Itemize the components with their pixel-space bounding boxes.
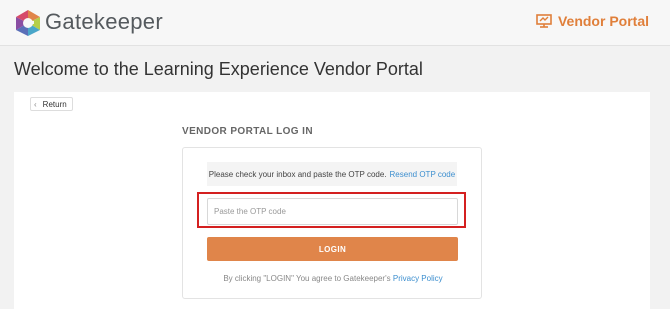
gatekeeper-logo-icon [16, 10, 40, 36]
login-button[interactable]: LOGIN [207, 237, 458, 261]
page-title: Welcome to the Learning Experience Vendo… [14, 59, 423, 79]
return-label: Return [42, 99, 67, 109]
return-button[interactable]: ‹ Return [30, 97, 73, 111]
resend-otp-link[interactable]: Resend OTP code [390, 170, 456, 179]
otp-input[interactable] [207, 198, 458, 225]
chevron-left-icon: ‹ [34, 99, 37, 109]
brand-name: Gatekeeper [45, 9, 163, 34]
otp-notice-text: Please check your inbox and paste the OT… [208, 169, 387, 179]
login-card: Please check your inbox and paste the OT… [182, 147, 482, 299]
terms-notice: By clicking "LOGIN" You agree to Gatekee… [183, 274, 483, 283]
terms-text: By clicking "LOGIN" You agree to Gatekee… [223, 274, 391, 283]
otp-notice: Please check your inbox and paste the OT… [207, 162, 457, 186]
login-heading: VENDOR PORTAL LOG IN [182, 126, 313, 137]
top-header: Gatekeeper Vendor Portal [0, 0, 670, 46]
privacy-policy-link[interactable]: Privacy Policy [393, 274, 443, 283]
vendor-portal-link[interactable]: Vendor Portal [536, 13, 649, 29]
presentation-board-icon [536, 14, 552, 28]
vendor-portal-label: Vendor Portal [557, 13, 649, 29]
login-panel: ‹ Return VENDOR PORTAL LOG IN Please che… [14, 92, 650, 309]
